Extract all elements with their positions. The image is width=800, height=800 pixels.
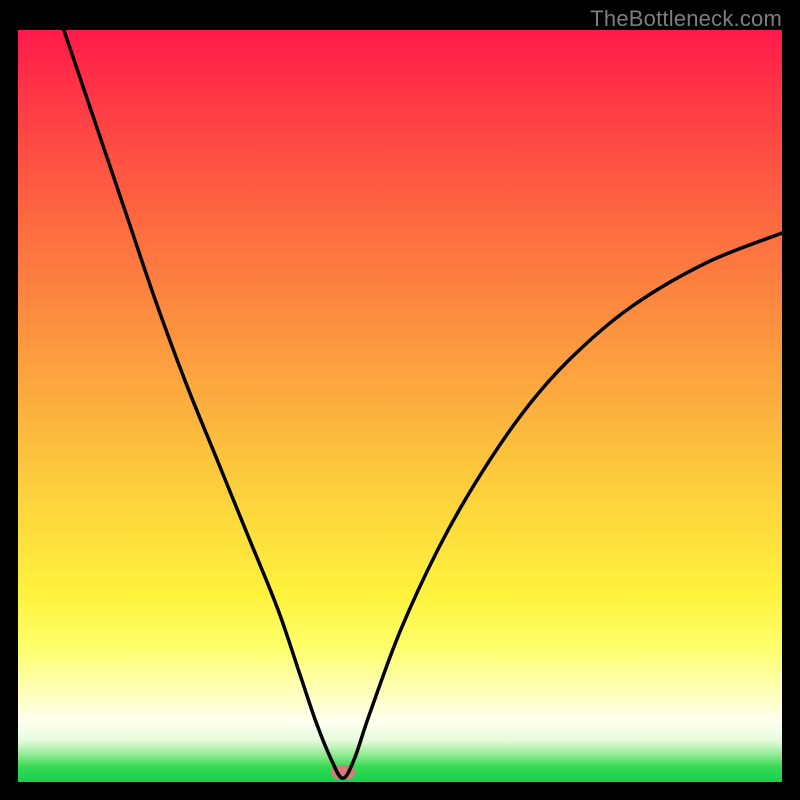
watermark-text: TheBottleneck.com (590, 6, 782, 32)
frame-border-right (782, 0, 800, 800)
frame-border-bottom (0, 782, 800, 800)
bottleneck-curve (18, 30, 782, 782)
plot-area (18, 30, 782, 782)
